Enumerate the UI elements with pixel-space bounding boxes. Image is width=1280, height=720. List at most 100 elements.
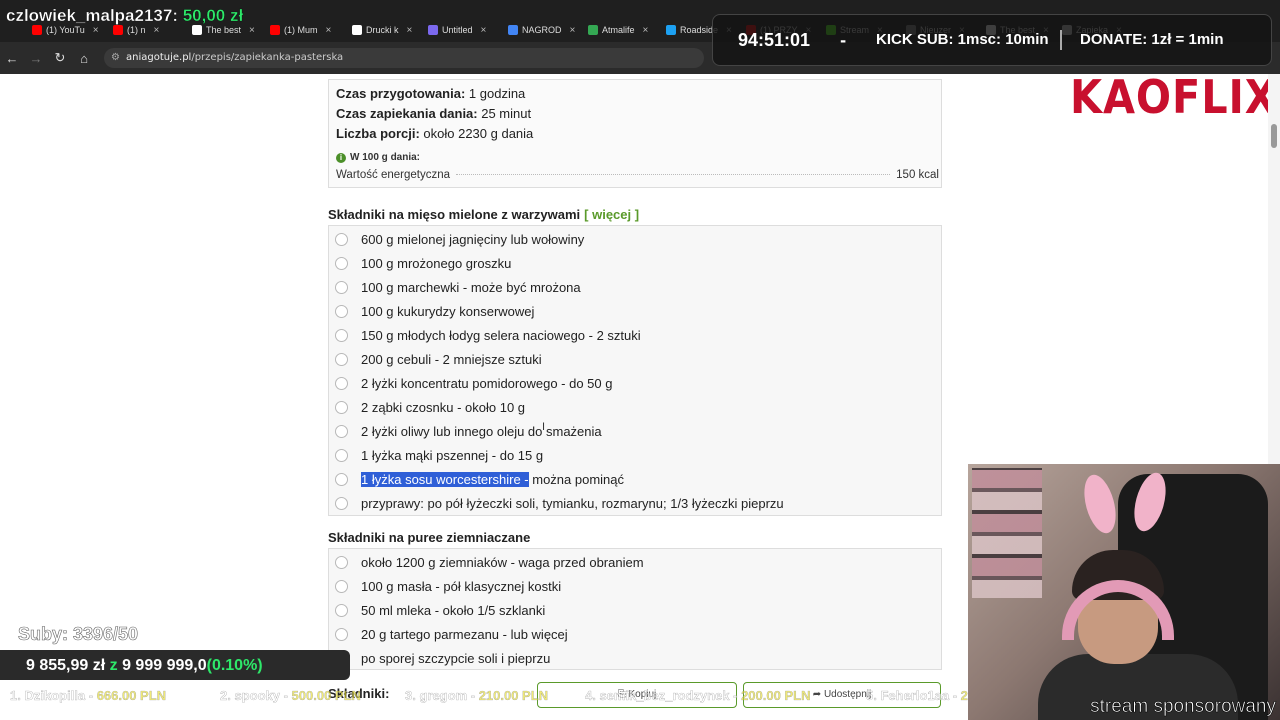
tab-favicon-icon [588,25,598,35]
tab-label: Drucki k [366,25,399,35]
ingredient-label: można pominąć [528,471,625,487]
portions: Liczba porcji: około 2230 g dania [336,126,534,141]
tab-close-icon[interactable]: × [326,25,332,36]
section-puree-heading: Składniki na puree ziemniaczane [328,530,531,545]
sponsored-label: stream sponsorowany [1090,696,1276,718]
browser-tab[interactable]: Atmalife × [588,22,662,38]
ingredient-checkbox[interactable] [335,400,348,414]
back-icon[interactable]: ← [0,51,24,66]
ingredient-item[interactable]: 200 g cebuli - 2 mniejsze sztuki [335,349,542,369]
ticker-donor: 1. Dzikopilla - [10,688,97,703]
ticker-amount: 666.00 PLN [96,688,167,703]
ingredient-label: 50 ml mleka - około 1/5 szklanki [361,602,546,618]
tab-favicon-icon [270,25,280,35]
browser-tab[interactable]: (1) Mum × [270,22,344,38]
prep-time: Czas przygotowania: 1 godzina [336,86,526,101]
section-meat-heading: Składniki na mięso mielone z warzywami[ … [328,207,640,222]
tab-close-icon[interactable]: × [643,25,649,36]
ingredient-item[interactable]: 100 g kukurydzy konserwowej [335,301,534,321]
ingredient-item[interactable]: 600 g mielonej jagnięciny lub wołowiny [335,229,584,249]
tab-favicon-icon [428,25,438,35]
ingredient-checkbox[interactable] [335,555,348,569]
ingredient-checkbox[interactable] [335,496,348,510]
selected-text: 1 łyżka sosu worcestershire - [361,471,529,487]
ingredient-item[interactable]: 150 g młodych łodyg selera naciowego - 2… [335,325,641,345]
ticker-entry: 2. spooky - 500.00 PLN [220,688,361,703]
home-icon[interactable]: ⌂ [72,51,96,66]
ingredient-checkbox[interactable] [335,304,348,318]
ticker-donor: 2. spooky - [220,688,292,703]
ingredient-label: po sporej szczypcie soli i pieprzu [361,650,551,666]
ticker-entry: 3. gregom - 210.00 PLN [405,688,548,703]
bake-time: Czas zapiekania dania: 25 minut [336,106,532,121]
ingredient-checkbox[interactable] [335,472,348,486]
ticker-amount: 210.00 PLN [478,688,549,703]
text-cursor-icon: I [542,421,546,433]
ingredient-item[interactable]: przyprawy: po pół łyżeczki soli, tymiank… [335,493,784,513]
ingredient-item[interactable]: 100 g masła - pół klasycznej kostki [335,576,561,596]
site-info-icon[interactable]: ⚙ [111,48,120,68]
ingredient-label: około 1200 g ziemniaków - waga przed obr… [361,554,644,570]
ingredient-label: 2 ząbki czosnku - około 10 g [361,399,526,415]
url-path: /przepis/zapiekanka-pasterska [191,52,344,63]
ingredients-puree-list: około 1200 g ziemniaków - waga przed obr… [328,548,942,670]
tab-close-icon[interactable]: × [154,25,160,36]
donation-amount: 50,00 zł [182,6,244,25]
ingredient-item[interactable]: po sporej szczypcie soli i pieprzu [335,648,550,668]
ingredient-checkbox[interactable] [335,232,348,246]
ticker-amount: 200.00 PLN [741,688,811,703]
ingredient-item[interactable]: około 1200 g ziemniaków - waga przed obr… [335,552,644,572]
ingredient-checkbox[interactable] [335,627,348,641]
tab-close-icon[interactable]: × [481,25,487,36]
ingredient-checkbox[interactable] [335,256,348,270]
donation-alert: czlowiek_malpa2137: 50,00 zł [6,6,244,26]
forward-icon[interactable]: → [24,51,48,66]
ingredient-item[interactable]: 20 g tartego parmezanu - lub więcej [335,624,568,644]
tab-favicon-icon [113,25,123,35]
ingredient-checkbox[interactable] [335,579,348,593]
ticker-entry: 4. semik_bez_rodzynek - 200.00 PLN [585,688,811,703]
ingredient-checkbox[interactable] [335,376,348,390]
ingredient-item[interactable]: 1 łyżka mąki pszennej - do 15 g [335,445,543,465]
ingredient-checkbox[interactable] [335,603,348,617]
browser-tab[interactable]: NAGROD × [508,22,582,38]
more-link[interactable]: [ więcej ] [584,207,639,222]
ingredient-checkbox[interactable] [335,280,348,294]
ingredient-checkbox[interactable] [335,352,348,366]
timer-separator [1060,30,1062,50]
ingredient-label: 2 łyżki koncentratu pomidorowego - do 50… [361,375,613,391]
ingredient-label: 20 g tartego parmezanu - lub więcej [361,626,568,642]
ingredient-item[interactable]: 50 ml mleka - około 1/5 szklanki [335,600,545,620]
ingredient-checkbox[interactable] [335,424,348,438]
ticker-donor: 4. semik_bez_rodzynek - [585,688,742,703]
brand-logo: KAOFLIX [1070,70,1278,124]
ingredient-item[interactable]: 100 g mrożonego groszku [335,253,511,273]
browser-tab[interactable]: Drucki k × [352,22,426,38]
scrollbar-thumb[interactable] [1271,124,1277,148]
nutrition-heading: i W 100 g dania: [336,152,420,163]
reload-icon[interactable]: ↻ [48,50,72,66]
ingredient-checkbox[interactable] [335,328,348,342]
subathon-timer: 94:51:01 - [738,30,847,50]
tab-close-icon[interactable]: × [249,25,255,36]
ingredient-label: 100 g masła - pół klasycznej kostki [361,578,562,594]
ingredient-item[interactable]: 100 g marchewki - może być mrożona [335,277,581,297]
ingredient-label: 1 łyżka mąki pszennej - do 15 g [361,447,544,463]
browser-tab[interactable]: Untitled × [428,22,502,38]
donor-name: czlowiek_malpa2137: [6,6,178,25]
ingredient-item-worcestershire[interactable]: 1 łyżka sosu worcestershire - można pomi… [335,469,624,489]
ingredients-meat-list: 600 g mielonej jagnięciny lub wołowiny 10… [328,225,942,516]
url-bar[interactable]: ⚙ aniagotuje.pl/przepis/zapiekanka-paste… [104,48,704,68]
tab-close-icon[interactable]: × [407,25,413,36]
tab-label: (1) YouTu [46,25,85,35]
goal-text: 9 855,99 zł z 9 999 999,0(0.10%) [26,657,263,674]
ingredient-item[interactable]: 2 ząbki czosnku - około 10 g [335,397,525,417]
ingredient-checkbox[interactable] [335,448,348,462]
ingredient-label: przyprawy: po pół łyżeczki soli, tymiank… [361,495,784,511]
kick-sub-rate: KICK SUB: 1msc: 10min [876,31,1049,48]
tab-close-icon[interactable]: × [93,25,99,36]
ingredient-item[interactable]: 2 łyżki koncentratu pomidorowego - do 50… [335,373,612,393]
tab-close-icon[interactable]: × [570,25,576,36]
timer-dash: - [840,30,847,50]
ingredient-item[interactable]: 2 łyżki oliwy lub innego oleju do smażen… [335,421,602,441]
